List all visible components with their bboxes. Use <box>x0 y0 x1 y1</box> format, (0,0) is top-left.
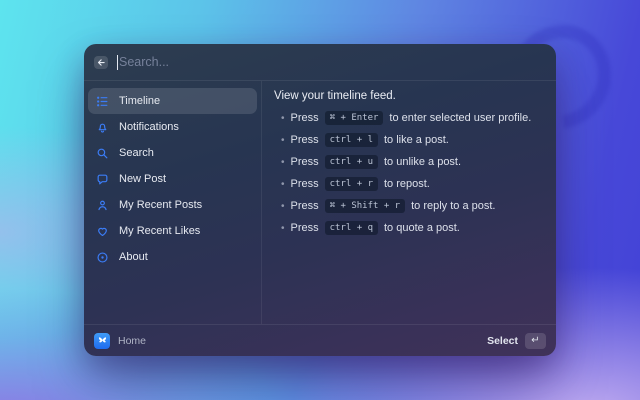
bullet-dot: • <box>281 134 285 146</box>
bell-icon <box>96 121 109 134</box>
detail-title: View your timeline feed. <box>274 90 396 102</box>
sidebar-item-my-recent-likes[interactable]: My Recent Likes <box>88 218 257 244</box>
shortcut-prefix: Press <box>290 200 319 212</box>
sidebar-item-label: My Recent Posts <box>119 199 203 211</box>
keyboard-shortcut-badge: ctrl + u <box>324 155 378 169</box>
enter-key-icon: ↵ <box>525 332 546 349</box>
detail-panel: View your timeline feed. • Press ⌘ + Ent… <box>262 81 556 324</box>
shortcut-description: to like a post. <box>384 134 449 146</box>
shortcut-prefix: Press <box>290 156 319 168</box>
shortcut-item: • Press ctrl + q to quote a post. <box>274 221 544 235</box>
sidebar-item-notifications[interactable]: Notifications <box>88 114 257 140</box>
shortcut-prefix: Press <box>290 134 319 146</box>
command-palette-window: Timeline Notifications Search New Post M… <box>84 44 556 356</box>
desktop-background: { "window": { "search": { "placeholder":… <box>0 0 640 400</box>
shortcut-description: to repost. <box>384 178 430 190</box>
back-button[interactable] <box>94 55 108 69</box>
bullet-dot: • <box>281 178 285 190</box>
bullet-dot: • <box>281 200 285 212</box>
shortcut-description: to quote a post. <box>384 222 460 234</box>
footer-bar: Home Select ↵ <box>84 324 556 356</box>
sidebar-item-label: Timeline <box>119 95 161 107</box>
search-icon <box>96 147 109 160</box>
heart-icon <box>96 225 109 238</box>
search-input[interactable] <box>119 55 546 69</box>
sidebar-item-label: Notifications <box>119 121 179 133</box>
sidebar-item-search[interactable]: Search <box>88 140 257 166</box>
shortcut-prefix: Press <box>290 112 319 124</box>
timeline-list-icon <box>96 95 109 108</box>
sidebar-item-timeline[interactable]: Timeline <box>88 88 257 114</box>
shortcut-item: • Press ⌘ + Shift + r to reply to a post… <box>274 199 544 213</box>
shortcut-prefix: Press <box>290 222 319 234</box>
person-icon <box>96 199 109 212</box>
bullet-dot: • <box>281 222 285 234</box>
shortcut-item: • Press ctrl + u to unlike a post. <box>274 155 544 169</box>
shortcut-prefix: Press <box>290 178 319 190</box>
select-action-button[interactable]: Select ↵ <box>487 332 546 349</box>
shortcut-item: • Press ⌘ + Enter to enter selected user… <box>274 111 544 125</box>
bullet-dot: • <box>281 112 285 124</box>
info-circle-icon <box>96 251 109 264</box>
shortcut-description: to unlike a post. <box>384 156 462 168</box>
sidebar-item-label: My Recent Likes <box>119 225 201 237</box>
sidebar-item-new-post[interactable]: New Post <box>88 166 257 192</box>
keyboard-shortcut-badge: ctrl + q <box>324 221 378 235</box>
sidebar-item-my-recent-posts[interactable]: My Recent Posts <box>88 192 257 218</box>
search-bar <box>84 44 556 81</box>
keyboard-shortcut-badge: ctrl + r <box>324 177 378 191</box>
bluesky-logo-icon <box>94 332 110 349</box>
keyboard-shortcut-badge: ⌘ + Shift + r <box>324 199 406 213</box>
shortcut-item: • Press ctrl + r to repost. <box>274 177 544 191</box>
keyboard-shortcut-badge: ctrl + l <box>324 133 378 147</box>
sidebar-item-label: New Post <box>119 173 167 185</box>
select-label: Select <box>487 334 518 347</box>
shortcut-description: to enter selected user profile. <box>389 112 532 124</box>
text-cursor <box>117 54 118 70</box>
sidebar-item-label: About <box>119 251 148 263</box>
shortcut-description: to reply to a post. <box>411 200 496 212</box>
shortcut-item: • Press ctrl + l to like a post. <box>274 133 544 147</box>
sidebar-item-about[interactable]: About <box>88 244 257 270</box>
footer-app-name: Home <box>118 334 147 347</box>
sidebar-item-label: Search <box>119 147 154 159</box>
arrow-left-icon <box>97 58 106 67</box>
sidebar: Timeline Notifications Search New Post M… <box>84 81 262 324</box>
shortcut-list: • Press ⌘ + Enter to enter selected user… <box>274 111 544 235</box>
keyboard-shortcut-badge: ⌘ + Enter <box>324 111 384 125</box>
bullet-dot: • <box>281 156 285 168</box>
speech-bubble-icon <box>96 173 109 186</box>
